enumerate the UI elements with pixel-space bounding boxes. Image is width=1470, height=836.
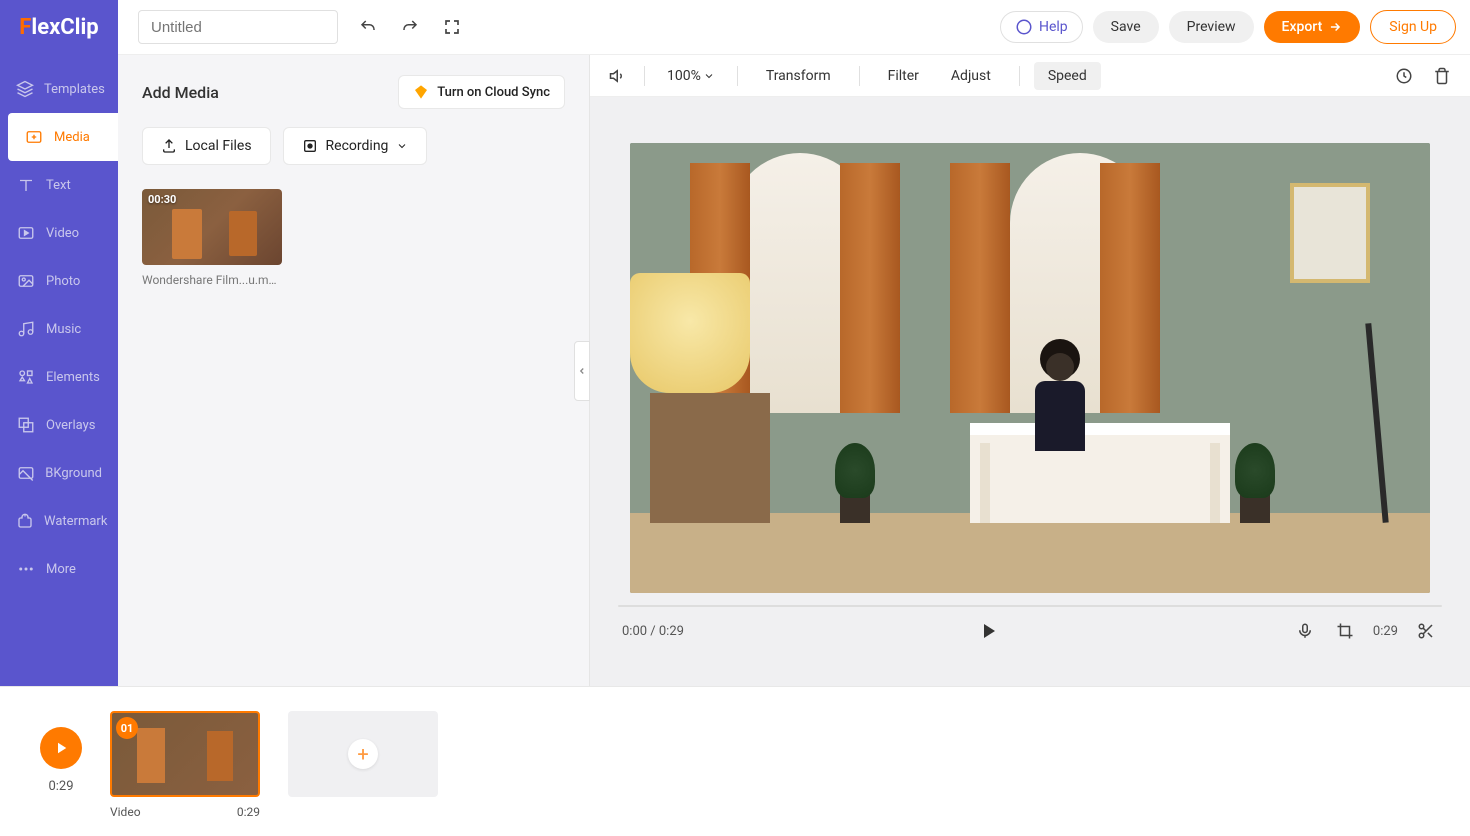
record-icon: [302, 138, 318, 154]
save-button[interactable]: Save: [1093, 11, 1159, 43]
sidebar-item-label: Photo: [46, 274, 80, 289]
sidebar-item-overlays[interactable]: Overlays: [0, 401, 118, 449]
watermark-icon: [16, 511, 34, 531]
help-button[interactable]: Help: [1000, 11, 1083, 43]
local-files-button[interactable]: Local Files: [142, 127, 271, 165]
topbar: FlexClip Help Save Preview Export: [0, 0, 1470, 55]
media-icon: [24, 127, 44, 147]
timeline-duration: 0:29: [48, 779, 73, 794]
preview-scrubber[interactable]: [618, 605, 1442, 607]
redo-icon[interactable]: [398, 15, 422, 39]
sidebar-item-label: Media: [54, 130, 90, 145]
sidebar-item-more[interactable]: More: [0, 545, 118, 593]
media-panel: Add Media Turn on Cloud Sync Local Files…: [118, 55, 590, 686]
clip-filename: Wondershare Film...u.mp4: [142, 273, 282, 287]
sidebar-item-background[interactable]: BKground: [0, 449, 118, 497]
clip-duration-badge: 00:30: [148, 193, 176, 206]
media-clip-thumbnail[interactable]: 00:30 Wondershare Film...u.mp4: [142, 189, 282, 287]
sidebar-item-video[interactable]: Video: [0, 209, 118, 257]
templates-icon: [16, 79, 34, 99]
timeline: 0:29 01 Video 0:29 +: [0, 686, 1470, 836]
timeline-play-button[interactable]: [40, 727, 82, 769]
delete-icon[interactable]: [1430, 64, 1454, 88]
music-icon: [16, 319, 36, 339]
elements-icon: [16, 367, 36, 387]
sidebar-item-watermark[interactable]: Watermark: [0, 497, 118, 545]
recording-button[interactable]: Recording: [283, 127, 428, 165]
duration-text: 0:29: [1373, 624, 1398, 639]
playback-time: 0:00 / 0:29: [622, 624, 684, 639]
sidebar-item-label: Overlays: [46, 418, 95, 433]
text-icon: [16, 175, 36, 195]
history-icon[interactable]: [1392, 64, 1416, 88]
sidebar-item-photo[interactable]: Photo: [0, 257, 118, 305]
sidebar-item-music[interactable]: Music: [0, 305, 118, 353]
adjust-button[interactable]: Adjust: [937, 62, 1005, 90]
overlays-icon: [16, 415, 36, 435]
sidebar-item-label: BKground: [45, 466, 102, 481]
play-button[interactable]: [976, 619, 1000, 643]
sidebar-item-text[interactable]: Text: [0, 161, 118, 209]
collapse-panel-button[interactable]: [574, 341, 590, 401]
sidebar-item-label: Elements: [46, 370, 100, 385]
cloud-sync-button[interactable]: Turn on Cloud Sync: [398, 75, 565, 109]
timeline-clip[interactable]: 01 Video 0:29: [110, 711, 260, 819]
upload-icon: [161, 138, 177, 154]
preview-button[interactable]: Preview: [1169, 11, 1254, 43]
clip-time-label: 0:29: [237, 805, 260, 819]
sidebar-item-templates[interactable]: Templates: [0, 65, 118, 113]
preview-toolbar: 100% Transform Filter Adjust Speed: [590, 55, 1470, 97]
background-icon: [16, 463, 35, 483]
video-icon: [16, 223, 36, 243]
sidebar-item-label: Music: [46, 322, 81, 337]
transform-button[interactable]: Transform: [752, 62, 845, 90]
logo[interactable]: FlexClip: [0, 0, 118, 55]
sidebar-item-media[interactable]: Media: [8, 113, 118, 161]
volume-icon[interactable]: [606, 64, 630, 88]
sidebar-item-label: Watermark: [44, 514, 107, 529]
speed-button[interactable]: Speed: [1034, 62, 1101, 90]
chevron-left-icon: [577, 366, 587, 376]
export-button[interactable]: Export: [1264, 11, 1361, 43]
crop-icon[interactable]: [1333, 619, 1357, 643]
sidebar: Templates Media Text Video Photo Music: [0, 55, 118, 686]
cut-icon[interactable]: [1414, 619, 1438, 643]
add-clip-button[interactable]: +: [288, 711, 438, 797]
more-icon: [16, 559, 36, 579]
preview-canvas[interactable]: [630, 143, 1430, 593]
zoom-dropdown[interactable]: 100%: [659, 64, 723, 88]
sidebar-item-label: Text: [46, 178, 71, 193]
undo-icon[interactable]: [356, 15, 380, 39]
sidebar-item-label: Templates: [44, 82, 105, 97]
clip-type-label: Video: [110, 805, 141, 819]
media-panel-title: Add Media: [142, 83, 219, 102]
sidebar-item-label: Video: [46, 226, 79, 241]
signup-button[interactable]: Sign Up: [1370, 10, 1456, 44]
mic-icon[interactable]: [1293, 619, 1317, 643]
project-title-input[interactable]: [138, 10, 338, 44]
chevron-down-icon: [396, 140, 408, 152]
diamond-icon: [413, 84, 429, 100]
sidebar-item-label: More: [46, 562, 76, 577]
photo-icon: [16, 271, 36, 291]
sidebar-item-elements[interactable]: Elements: [0, 353, 118, 401]
fullscreen-icon[interactable]: [440, 15, 464, 39]
filter-button[interactable]: Filter: [874, 62, 933, 90]
preview-area: 100% Transform Filter Adjust Speed: [590, 55, 1470, 686]
plus-icon: +: [348, 739, 378, 769]
chevron-down-icon: [703, 70, 715, 82]
clip-index-badge: 01: [116, 717, 138, 739]
